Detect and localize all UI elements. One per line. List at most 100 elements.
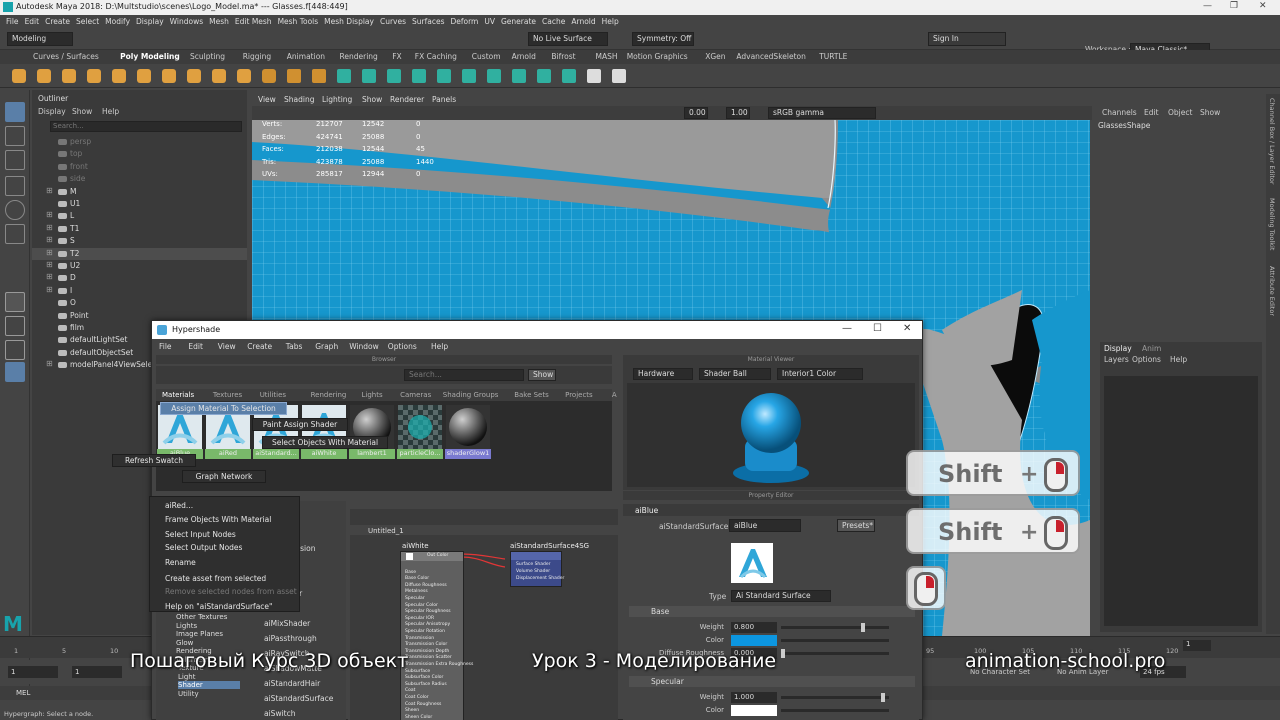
outliner-item[interactable]: top [32, 148, 247, 160]
hypershade-maximize-icon[interactable]: ☐ [873, 323, 882, 334]
browser-search-input[interactable]: Search... [404, 369, 524, 381]
create-node-item[interactable]: aiMixShader [264, 619, 310, 628]
channelbox-menu-show[interactable]: Show [1200, 108, 1220, 117]
create-category-item[interactable]: Shader [178, 681, 240, 689]
outliner-item[interactable]: ⊞ M [32, 186, 247, 198]
node-port[interactable]: Transmission [405, 636, 434, 641]
node-port[interactable]: Surface Shader [516, 562, 551, 567]
minimize-icon[interactable]: — [1203, 1, 1212, 11]
shelf-tool-icon[interactable] [562, 69, 576, 83]
viewer-geometry-dropdown[interactable]: Shader Ball [699, 368, 771, 380]
menu-set-dropdown[interactable]: Modeling [7, 32, 73, 46]
shelf-tool-icon[interactable] [437, 69, 451, 83]
shelf-tool-icon[interactable] [537, 69, 551, 83]
create-category-item[interactable]: Light [178, 673, 240, 681]
command-language-label[interactable]: MEL [16, 689, 30, 697]
viewport-menu-view[interactable]: View [258, 95, 276, 104]
viewport-menu-shading[interactable]: Shading [284, 95, 314, 104]
node-port[interactable]: Sheen Color [405, 715, 432, 720]
shelf-tab-custom[interactable]: Custom [472, 52, 501, 61]
expand-icon[interactable]: ⊞ [46, 186, 53, 195]
scale-tool-icon[interactable] [5, 224, 25, 244]
expand-icon[interactable]: ⊞ [46, 359, 53, 368]
material-swatch[interactable] [398, 405, 442, 449]
shelf-tab-animation[interactable]: Animation [287, 52, 325, 61]
node-port[interactable]: Transmission Color [405, 642, 447, 647]
menu-display[interactable]: Display [136, 15, 164, 28]
restore-icon[interactable]: ❐ [1230, 1, 1238, 11]
shelf-tab-bifrost[interactable]: Bifrost [551, 52, 575, 61]
node-a-title[interactable]: aiWhite [402, 542, 429, 550]
property-node-tab[interactable]: aiBlue [635, 506, 658, 515]
menu-mesh[interactable]: Mesh [209, 15, 229, 28]
hypershade-close-icon[interactable]: ✕ [903, 323, 911, 334]
sign-in-button[interactable]: Sign In [928, 32, 1006, 46]
lasso-tool-icon[interactable] [5, 126, 25, 146]
node-b-title[interactable]: aiStandardSurface4SG [510, 542, 589, 550]
shelf-tab-arnold[interactable]: Arnold [512, 52, 536, 61]
shelf-tool-icon[interactable] [487, 69, 501, 83]
paint-assign-shader-option[interactable]: Paint Assign Shader [252, 418, 348, 431]
node-port[interactable]: Volume Shader [516, 569, 550, 574]
create-category-item[interactable]: Utility [178, 690, 240, 698]
current-frame-field[interactable]: 1 [1183, 640, 1211, 651]
outliner-item[interactable]: ⊞ I [32, 285, 247, 297]
hypershade-menu-view[interactable]: View [218, 342, 236, 351]
rotate-tool-icon[interactable] [5, 200, 25, 220]
hypershade-minimize-icon[interactable]: — [842, 323, 852, 334]
create-category-item[interactable]: Lights [176, 622, 238, 630]
layer-tab-display[interactable]: Display [1104, 344, 1132, 353]
shelf-tab-mash[interactable]: MASH [596, 52, 618, 61]
side-tab-attribute-editor[interactable]: Attribute Editor [1268, 266, 1276, 316]
menu-mesh-tools[interactable]: Mesh Tools [278, 15, 319, 28]
shelf-tool-icon[interactable] [337, 69, 351, 83]
expand-icon[interactable]: ⊞ [46, 260, 53, 269]
viewer-renderer-dropdown[interactable]: Hardware [633, 368, 693, 380]
context-menu-item[interactable]: Frame Objects With Material [150, 513, 271, 526]
menu-file[interactable]: File [6, 15, 19, 28]
show-button[interactable]: Show [528, 369, 556, 381]
viewport-menu-renderer[interactable]: Renderer [390, 95, 424, 104]
shelf-tool-icon[interactable] [462, 69, 476, 83]
outliner-item[interactable]: side [32, 173, 247, 185]
node-a[interactable]: Out Color Base Base Color Diffuse Roughness… [400, 551, 473, 720]
layer-menu-options[interactable]: Options [1132, 355, 1161, 364]
context-menu-item[interactable]: Help on "aiStandardSurface" [150, 600, 272, 613]
shelf-tool-icon[interactable] [587, 69, 601, 83]
close-icon[interactable]: ✕ [1259, 1, 1267, 11]
menu-deform[interactable]: Deform [450, 15, 478, 28]
create-node-item[interactable]: aiPassthrough [264, 634, 317, 643]
node-port[interactable]: Specular IOR [405, 616, 434, 621]
four-view-icon[interactable] [5, 316, 25, 336]
property-row[interactable]: Color [623, 705, 919, 717]
property-row[interactable]: Weight 0.800 [623, 622, 919, 634]
anim-start-field[interactable]: 1 [72, 666, 122, 678]
shelf-tool-icon[interactable] [287, 69, 301, 83]
expand-icon[interactable]: ⊞ [46, 223, 53, 232]
shelf-tool-icon[interactable] [187, 69, 201, 83]
layer-tab-anim[interactable]: Anim [1142, 344, 1161, 353]
shelf-tab-turtle[interactable]: TURTLE [819, 52, 847, 61]
browser-tab-cameras[interactable]: Cameras [400, 391, 431, 399]
create-node-item[interactable]: aiSwitch [264, 709, 295, 718]
graph-network-option[interactable]: Graph Network [182, 470, 266, 483]
outliner-item[interactable]: ⊞ D [32, 272, 247, 284]
shelf-tool-icon[interactable] [362, 69, 376, 83]
menu-create[interactable]: Create [45, 15, 70, 28]
menu-help[interactable]: Help [602, 15, 619, 28]
shelf-tab-motion-graphics[interactable]: Motion Graphics [627, 52, 688, 61]
create-node-item[interactable]: aiStandardHair [264, 679, 320, 688]
side-tab-channelbox[interactable]: Channel Box / Layer Editor [1268, 98, 1276, 185]
menu-arnold[interactable]: Arnold [571, 15, 595, 28]
node-port[interactable]: Base [405, 570, 416, 575]
viewer-environment-dropdown[interactable]: Interior1 Color [777, 368, 863, 380]
browser-tab-bake-sets[interactable]: Bake Sets [514, 391, 549, 399]
property-slider[interactable] [781, 693, 889, 702]
shelf-tool-icon[interactable] [87, 69, 101, 83]
shelf-tool-icon[interactable] [162, 69, 176, 83]
node-port[interactable]: Sheen [405, 708, 419, 713]
material-swatch[interactable] [446, 405, 490, 449]
channelbox-menu-channels[interactable]: Channels [1102, 108, 1137, 117]
shelf-tool-icon[interactable] [37, 69, 51, 83]
menu-mesh-display[interactable]: Mesh Display [324, 15, 374, 28]
